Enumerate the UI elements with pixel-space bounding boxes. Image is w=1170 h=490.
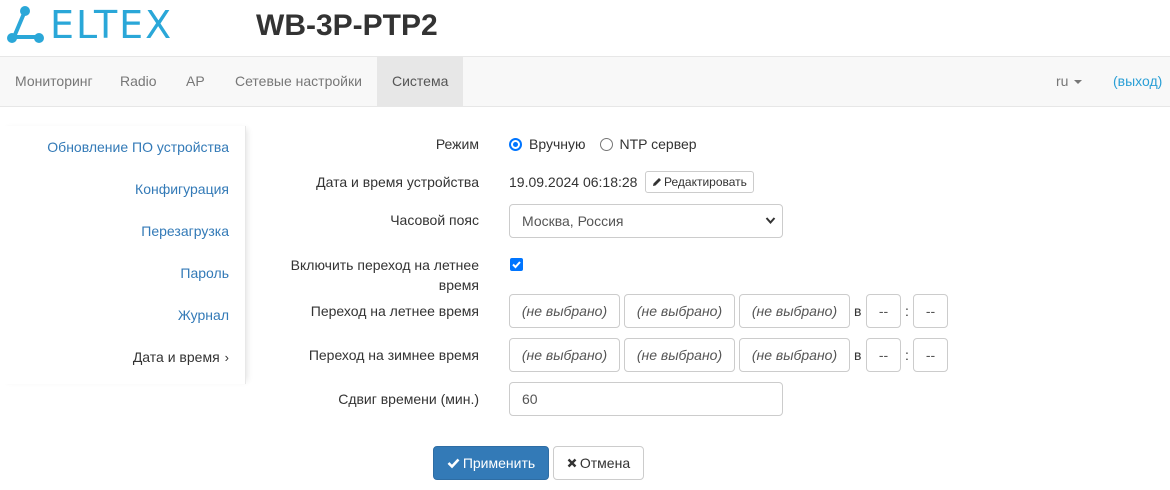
dst-end-colon: : bbox=[905, 347, 909, 363]
checkmark-icon bbox=[447, 458, 460, 469]
pencil-icon bbox=[653, 178, 661, 186]
nav-item-radio[interactable]: Radio bbox=[105, 57, 172, 106]
dst-end-at-label: в bbox=[854, 347, 862, 363]
logo-text: ELTEX bbox=[50, 3, 174, 47]
sidebar-item-reboot[interactable]: Перезагрузка bbox=[141, 210, 229, 252]
dst-start-hour[interactable]: -- bbox=[866, 294, 901, 328]
dst-end-field-3[interactable]: (не выбрано) bbox=[739, 338, 850, 372]
dst-end-field-1[interactable]: (не выбрано) bbox=[509, 338, 620, 372]
nav-item-monitoring[interactable]: Мониторинг bbox=[0, 57, 108, 106]
time-shift-input[interactable]: 60 bbox=[509, 382, 783, 416]
timezone-value: Москва, Россия bbox=[522, 213, 624, 229]
sidebar-item-label: Дата и время bbox=[132, 349, 220, 365]
apply-button[interactable]: Применить bbox=[433, 446, 549, 480]
datetime-value: 19.09.2024 06:18:28 bbox=[509, 174, 638, 190]
dst-enable-label-line1: Включить переход на летнее bbox=[290, 257, 479, 273]
checkmark-icon bbox=[512, 261, 521, 269]
apply-button-label: Применить bbox=[462, 455, 536, 471]
dst-enable-checkbox[interactable] bbox=[510, 258, 523, 271]
caret-down-icon bbox=[1074, 80, 1083, 85]
nav-item-ap[interactable]: AP bbox=[171, 57, 220, 106]
datetime-label: Дата и время устройства bbox=[316, 174, 479, 190]
nav-item-system[interactable]: Система bbox=[377, 57, 463, 106]
header: ELTEX WB-3P-PTP2 bbox=[0, 0, 1170, 56]
eltex-logo[interactable]: ELTEX bbox=[4, 4, 194, 46]
timezone-select[interactable]: Москва, Россия bbox=[509, 204, 783, 238]
sidebar-item-date-time[interactable]: Дата и время › bbox=[133, 336, 229, 378]
device-title: WB-3P-PTP2 bbox=[256, 9, 438, 42]
sidebar-item-password[interactable]: Пароль bbox=[180, 252, 229, 294]
mode-radio-ntp-label[interactable]: NTP сервер bbox=[620, 136, 697, 152]
dst-end-field-2[interactable]: (не выбрано) bbox=[624, 338, 735, 372]
dst-end-label: Переход на зимнее время bbox=[308, 347, 479, 363]
nav-item-network-settings[interactable]: Сетевые настройки bbox=[220, 57, 377, 106]
top-navbar: Мониторинг Radio AP Сетевые настройки Си… bbox=[0, 56, 1170, 107]
edit-datetime-button[interactable]: Редактировать bbox=[645, 171, 754, 193]
timezone-label: Часовой пояс bbox=[390, 212, 479, 228]
sidebar-item-log[interactable]: Журнал bbox=[178, 294, 229, 336]
eltex-logo-icon bbox=[7, 6, 44, 43]
dst-start-at-label: в bbox=[854, 303, 862, 319]
chevron-right-icon: › bbox=[224, 350, 229, 365]
dst-enable-label-line2: время bbox=[438, 277, 479, 293]
mode-label: Режим bbox=[435, 136, 479, 152]
mode-radio-manual-label[interactable]: Вручную bbox=[529, 136, 586, 152]
dst-start-colon: : bbox=[905, 303, 909, 319]
language-label: ru bbox=[1056, 73, 1069, 89]
dst-start-minute[interactable]: -- bbox=[913, 294, 948, 328]
mode-radio-group: Вручную NTP сервер bbox=[509, 136, 711, 152]
dst-end-hour[interactable]: -- bbox=[866, 338, 901, 372]
time-shift-label: Сдвиг времени (мин.) bbox=[338, 391, 479, 407]
dst-start-field-2[interactable]: (не выбрано) bbox=[624, 294, 735, 328]
select-arrow-icon bbox=[765, 205, 776, 250]
cancel-button-label: Отмена bbox=[579, 455, 631, 471]
close-icon bbox=[567, 458, 577, 468]
cancel-button[interactable]: Отмена bbox=[553, 446, 644, 480]
dst-start-label: Переход на летнее время bbox=[310, 303, 479, 319]
mode-radio-manual[interactable] bbox=[509, 137, 522, 151]
dst-start-field-3[interactable]: (не выбрано) bbox=[739, 294, 850, 328]
dst-end-minute[interactable]: -- bbox=[913, 338, 948, 372]
sidebar-item-configuration[interactable]: Конфигурация bbox=[135, 168, 229, 210]
language-dropdown[interactable]: ru bbox=[1041, 57, 1097, 106]
sidebar-item-firmware-update[interactable]: Обновление ПО устройства bbox=[47, 126, 229, 168]
dst-enable-label: Включить переход на летнее время bbox=[291, 255, 479, 295]
mode-radio-ntp[interactable] bbox=[599, 137, 613, 151]
logout-link[interactable]: (выход) bbox=[1098, 57, 1170, 106]
sidebar: Обновление ПО устройства Конфигурация Пе… bbox=[0, 126, 246, 384]
dst-start-field-1[interactable]: (не выбрано) bbox=[509, 294, 620, 328]
edit-datetime-label: Редактировать bbox=[664, 175, 747, 189]
